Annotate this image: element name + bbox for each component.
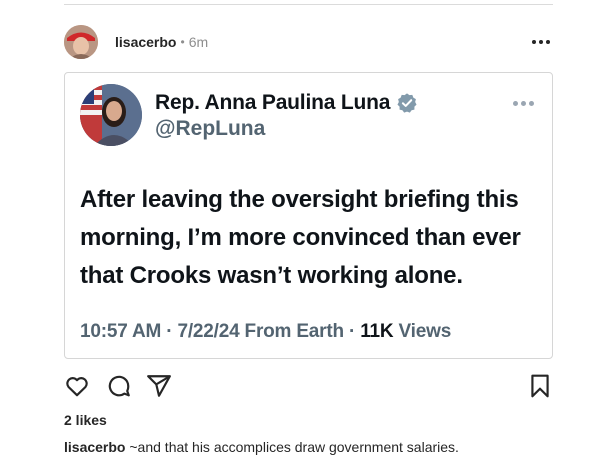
tweet-avatar: [80, 84, 142, 146]
tweet-text: After leaving the oversight briefing thi…: [80, 186, 521, 289]
post-actions: [64, 373, 553, 399]
post-time[interactable]: 6m: [189, 34, 208, 50]
tweet-views-label: Views: [398, 321, 452, 342]
post-caption: lisacerbo ~and that his accomplices draw…: [64, 439, 459, 455]
verified-badge-icon: [397, 93, 417, 113]
meta-separator: ·: [166, 321, 173, 342]
tweet-meta: 10:57 AM · 7/22/24 From Earth · 11K View…: [80, 321, 451, 343]
top-divider: [64, 4, 553, 5]
embedded-tweet-image[interactable]: Rep. Anna Paulina Luna @RepLuna After le…: [64, 72, 553, 359]
tweet-time: 10:57 AM: [80, 321, 162, 342]
post-username[interactable]: lisacerbo: [115, 34, 176, 50]
user-avatar[interactable]: [64, 25, 98, 59]
tweet-display-name: Rep. Anna Paulina Luna: [155, 91, 391, 114]
caption-text: ~and that his accomplices draw governmen…: [129, 439, 459, 455]
tweet-date: 7/22/24: [177, 321, 240, 342]
tweet-views-count: 11K: [360, 321, 394, 342]
comment-icon[interactable]: [106, 373, 132, 399]
likes-count[interactable]: 2 likes: [64, 412, 107, 428]
more-options-icon[interactable]: [529, 32, 553, 52]
meta-separator: ·: [349, 321, 356, 342]
share-icon[interactable]: [146, 373, 172, 399]
tweet-name-row: Rep. Anna Paulina Luna: [155, 91, 418, 115]
caption-username[interactable]: lisacerbo: [64, 439, 125, 455]
tweet-handle: @RepLuna: [155, 117, 266, 140]
separator-dot: •: [180, 35, 185, 49]
tweet-more-icon: [513, 101, 534, 106]
bookmark-icon[interactable]: [527, 373, 553, 399]
post-header: lisacerbo • 6m: [64, 22, 553, 62]
heart-icon[interactable]: [64, 373, 90, 399]
tweet-source: From Earth: [244, 321, 345, 342]
